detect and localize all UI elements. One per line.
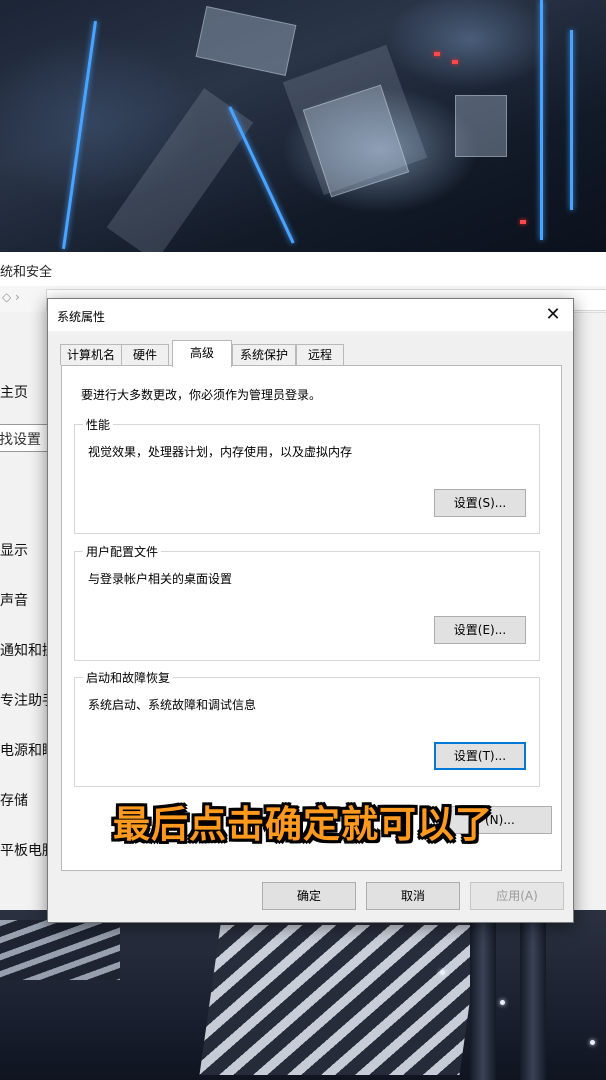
apply-button[interactable]: 应用(A) (470, 882, 564, 910)
close-icon[interactable]: ✕ (533, 299, 573, 331)
group-performance: 性能 视觉效果，处理器计划，内存使用，以及虚拟内存 设置(S)... (74, 416, 540, 534)
performance-settings-button[interactable]: 设置(S)... (434, 489, 526, 517)
settings-title-fragment: 统和安全 (0, 265, 53, 280)
background-scene-bottom (0, 910, 606, 1080)
group-startup-recovery-legend: 启动和故障恢复 (83, 669, 174, 686)
sidebar-item-focus-assist[interactable]: 专注助手 (0, 690, 48, 710)
sidebar-item-power-sleep[interactable]: 电源和睡 (0, 740, 48, 760)
tab-remote[interactable]: 远程 (296, 344, 344, 365)
sidebar-item-notifications[interactable]: 通知和操 (0, 640, 48, 660)
dialog-title: 系统属性 (57, 310, 106, 324)
sidebar-search-input[interactable]: 找设置 (0, 424, 48, 452)
admin-note: 要进行大多数更改，你必须作为管理员登录。 (81, 388, 322, 402)
group-startup-recovery-description: 系统启动、系统故障和调试信息 (88, 698, 257, 712)
sidebar-home[interactable]: 主页 (0, 382, 28, 402)
sidebar-item-sound[interactable]: 声音 (0, 590, 28, 610)
group-user-profiles-legend: 用户配置文件 (83, 543, 162, 560)
user-profiles-settings-button[interactable]: 设置(E)... (434, 616, 526, 644)
ok-button[interactable]: 确定 (262, 882, 356, 910)
group-user-profiles: 用户配置文件 与登录帐户相关的桌面设置 设置(E)... (74, 543, 540, 661)
group-performance-description: 视觉效果，处理器计划，内存使用，以及虚拟内存 (88, 445, 353, 459)
settings-titlebar: 统和安全 (0, 252, 606, 286)
nav-back-icon[interactable]: ◇ › (2, 290, 20, 304)
background-scene-top (0, 0, 606, 252)
sidebar-item-display[interactable]: 显示 (0, 540, 28, 560)
tab-computer-name[interactable]: 计算机名 (60, 344, 122, 365)
cancel-button[interactable]: 取消 (366, 882, 460, 910)
group-startup-recovery: 启动和故障恢复 系统启动、系统故障和调试信息 设置(T)... (74, 669, 540, 787)
tab-system-protection[interactable]: 系统保护 (232, 344, 296, 365)
startup-recovery-settings-button[interactable]: 设置(T)... (434, 742, 526, 770)
video-caption: 最后点击确定就可以了 (113, 803, 493, 846)
group-user-profiles-description: 与登录帐户相关的桌面设置 (88, 572, 233, 586)
tab-advanced[interactable]: 高级 (172, 340, 232, 367)
dialog-titlebar: 系统属性 ✕ (48, 299, 573, 331)
group-performance-legend: 性能 (83, 416, 114, 433)
tab-hardware[interactable]: 硬件 (121, 344, 169, 365)
